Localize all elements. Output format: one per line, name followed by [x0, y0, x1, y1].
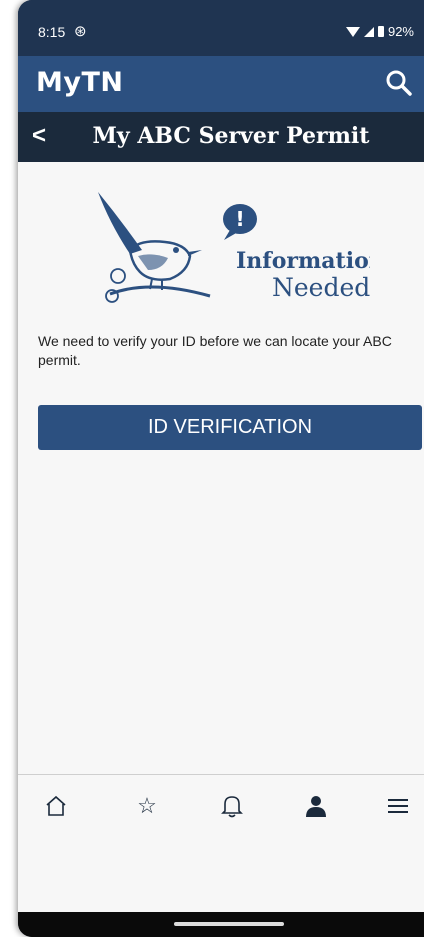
home-icon[interactable]: [34, 791, 78, 821]
status-bar: 8:15 ⊛ 92%: [18, 0, 424, 56]
signal-icon: [363, 26, 374, 37]
page-title: My ABC Server Permit: [92, 123, 370, 149]
wifi-icon: [345, 26, 360, 37]
alert-bubble-icon: !: [223, 204, 257, 240]
illustration-line2: Needed: [272, 273, 370, 302]
search-icon[interactable]: [384, 68, 414, 98]
main-content: ! Information Needed We need to verify y…: [18, 162, 424, 774]
status-indicators: 92%: [345, 24, 414, 39]
menu-icon[interactable]: [376, 791, 420, 821]
verification-message: We need to verify your ID before we can …: [38, 333, 392, 368]
phone-frame: 8:15 ⊛ 92% MyTN < My ABC Server Permit !…: [18, 0, 424, 937]
info-needed-illustration: ! Information Needed: [98, 192, 370, 303]
bottom-nav: ☆: [18, 774, 424, 913]
status-time: 8:15: [38, 24, 66, 40]
home-gesture-handle[interactable]: [174, 922, 284, 926]
app-bar: MyTN: [18, 56, 424, 112]
page-header: < My ABC Server Permit: [18, 112, 424, 162]
star-icon[interactable]: ☆: [125, 791, 169, 821]
person-icon[interactable]: [294, 791, 338, 821]
battery-percent: 92%: [387, 24, 414, 39]
sync-icon: ⊛: [74, 23, 87, 40]
illustration-line1: Information: [236, 248, 370, 274]
bell-icon[interactable]: [210, 791, 254, 821]
app-logo: MyTN: [36, 67, 124, 98]
alert-mark: !: [235, 207, 244, 231]
id-verification-button[interactable]: ID VERIFICATION: [38, 405, 422, 450]
bird-icon: [98, 192, 211, 303]
battery-icon: [377, 26, 384, 37]
system-home-bar: [18, 912, 424, 937]
